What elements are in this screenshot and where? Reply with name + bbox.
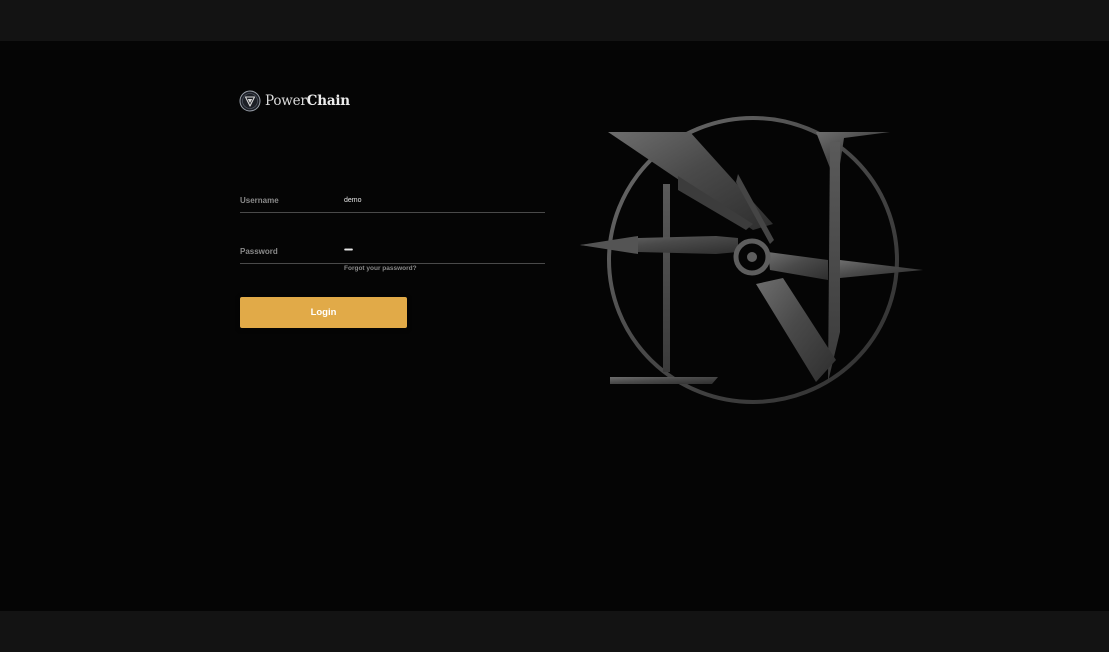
forgot-password-link[interactable]: Forgot your password? [344,265,417,272]
brand-name: PowerChain [265,93,350,109]
password-input[interactable]: •••••••• [344,247,353,254]
brand-name-bold: Chain [306,93,350,109]
bottom-bar [0,611,1109,652]
username-input[interactable]: demo [344,197,362,204]
compass-n-emblem-icon [580,116,923,404]
login-page [0,41,1109,611]
username-underline [240,212,545,213]
password-underline [240,263,545,264]
login-button[interactable]: Login [240,297,407,328]
login-button-label: Login [310,307,337,318]
username-label: Username [240,196,279,205]
password-label: Password [240,247,278,256]
top-bar [0,0,1109,41]
brand-logo: PowerChain [239,90,350,112]
brand-name-regular: Power [265,93,307,109]
powerchain-shield-icon [239,90,261,112]
